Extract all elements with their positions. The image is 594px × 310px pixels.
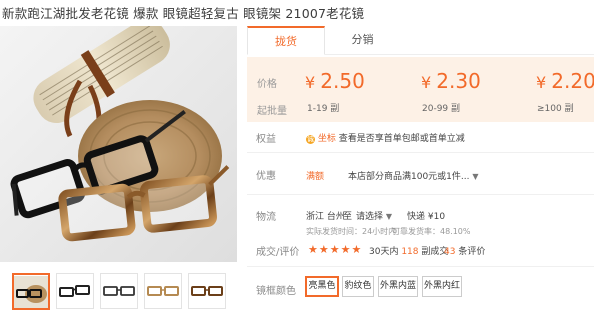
promo-tag: 满额 xyxy=(306,172,325,182)
color-option-bright-black[interactable]: 亮黑色 xyxy=(305,276,339,297)
min-qty-label: 起批量 xyxy=(257,106,287,117)
frame-color-label: 镜框颜色 xyxy=(256,286,296,297)
price-value: 2.20 xyxy=(551,69,594,93)
rights-row[interactable]: 诚 坐标 查看是否享首单包邮或首单立减 xyxy=(306,131,465,144)
rights-label: 权益 xyxy=(256,134,276,145)
thumbnail-4[interactable] xyxy=(144,273,182,309)
rights-tag: 坐标 xyxy=(317,134,336,144)
delivery-time: 实际发货时间：24小时内 xyxy=(306,227,397,236)
tab-distribution[interactable]: 分销 xyxy=(325,26,400,55)
purchase-tabs: 拢货 分销 xyxy=(247,26,594,55)
thumbnail-5[interactable] xyxy=(188,273,226,309)
credit-badge-icon: 诚 xyxy=(306,135,315,144)
price-tier-1: ¥ 2.50 xyxy=(305,69,365,93)
thumbnail-strip xyxy=(12,273,226,310)
tab-wholesale[interactable]: 拢货 xyxy=(247,26,325,55)
thumbnail-3[interactable] xyxy=(100,273,138,309)
review-count: 43 xyxy=(444,247,456,257)
ship-from: 浙江 台州 xyxy=(306,212,345,222)
price-value: 2.50 xyxy=(320,69,365,93)
divider xyxy=(247,266,594,267)
review-suffix: 条评价 xyxy=(458,247,486,257)
glasses-thumb-icon xyxy=(191,286,223,296)
thumbnail-2[interactable] xyxy=(56,273,94,309)
promo-dropdown[interactable]: 本店部分商品满100元或1件... ▼ xyxy=(348,169,479,182)
qty-tier-2: 20-99 副 xyxy=(422,104,461,114)
currency-symbol: ¥ xyxy=(305,73,316,92)
destination-select[interactable]: 请选择 ▼ xyxy=(356,209,392,222)
glasses-thumb-icon xyxy=(147,286,179,296)
promo-label: 优惠 xyxy=(256,171,276,182)
thumbnail-1[interactable] xyxy=(12,273,50,310)
eyeglasses-illustration xyxy=(0,26,237,262)
sales-count: 118 xyxy=(401,247,419,257)
destination-select-label: 请选择 xyxy=(356,212,384,222)
color-option-black-blue[interactable]: 外黑内蓝 xyxy=(378,276,418,297)
product-main-image[interactable] xyxy=(0,26,237,262)
glasses-thumb-icon xyxy=(14,275,48,308)
price-tier-3: ¥ 2.20 xyxy=(536,69,594,93)
currency-symbol: ¥ xyxy=(536,73,547,92)
color-option-black-red[interactable]: 外黑内红 xyxy=(422,276,462,297)
divider xyxy=(247,152,594,153)
qty-tier-3: ≥100 副 xyxy=(537,104,574,114)
sales-prefix: 30天内 xyxy=(369,247,399,257)
color-option-leopard[interactable]: 豹纹色 xyxy=(342,276,374,297)
rating-stars: ★★★★★ xyxy=(308,243,363,256)
promo-text: 本店部分商品满100元或1件... xyxy=(348,172,470,182)
delivery-rate: 可靠发货率：48.10% xyxy=(392,227,471,236)
ship-to-label: 至 xyxy=(343,212,353,222)
glasses-thumb-icon xyxy=(103,286,135,296)
price-value: 2.30 xyxy=(436,69,481,93)
price-label: 价格 xyxy=(257,79,277,90)
logistics-label: 物流 xyxy=(256,212,276,223)
price-tier-2: ¥ 2.30 xyxy=(421,69,481,93)
product-title: 新款跑江湖批发老花镜 爆款 眼镜超轻复古 眼镜架 21007老花镜 xyxy=(2,6,365,21)
glasses-thumb-icon xyxy=(59,285,90,297)
chevron-down-icon: ▼ xyxy=(385,212,393,221)
price-panel: 价格 起批量 ¥ 2.50 ¥ 2.30 ¥ 2.20 1-19 副 20-99… xyxy=(247,57,594,122)
chevron-down-icon: ▼ xyxy=(472,172,479,181)
currency-symbol: ¥ xyxy=(421,73,432,92)
qty-tier-1: 1-19 副 xyxy=(307,104,340,114)
review-count-row[interactable]: 43 条评价 xyxy=(444,244,485,257)
sales-count-row[interactable]: 30天内 118 副成交 xyxy=(369,244,448,257)
shipping-fee: 快递 ¥10 xyxy=(407,212,446,222)
divider xyxy=(247,194,594,195)
rights-text: 查看是否享首单包邮或首单立减 xyxy=(338,134,465,144)
reviews-label: 成交/评价 xyxy=(256,247,300,258)
